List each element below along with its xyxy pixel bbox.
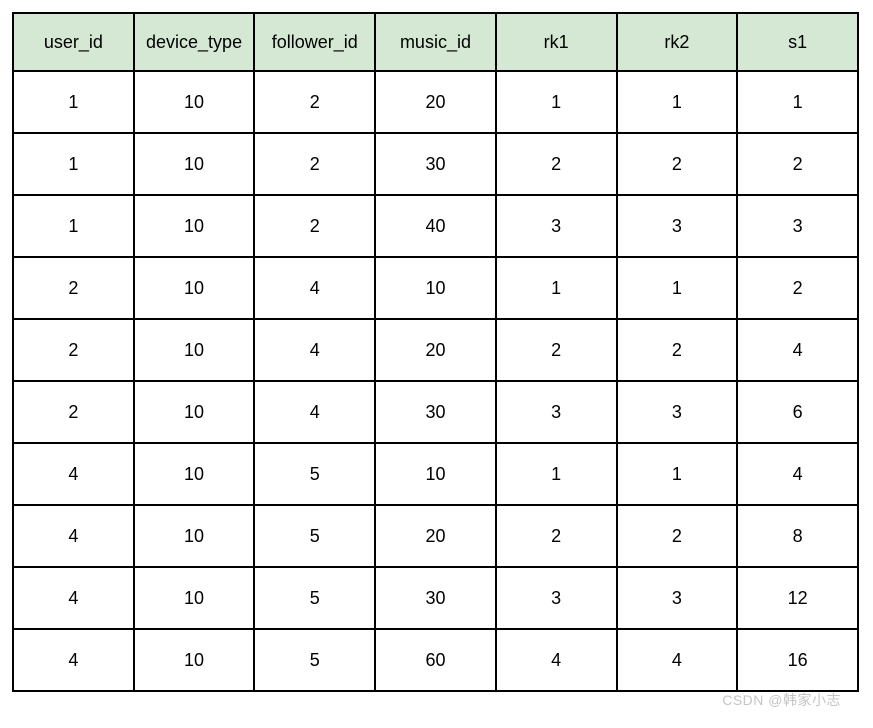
table-cell: 1 (617, 443, 738, 505)
table-cell: 3 (496, 567, 617, 629)
table-cell: 20 (375, 505, 496, 567)
table-cell: 8 (737, 505, 858, 567)
table-cell: 5 (254, 505, 375, 567)
table-cell: 10 (134, 567, 255, 629)
table-cell: 60 (375, 629, 496, 691)
table-cell: 2 (254, 195, 375, 257)
table-cell: 4 (13, 443, 134, 505)
table-cell: 12 (737, 567, 858, 629)
header-rk2: rk2 (617, 13, 738, 71)
table-cell: 2 (13, 319, 134, 381)
table-row: 210420224 (13, 319, 858, 381)
table-cell: 2 (496, 319, 617, 381)
table-row: 110220111 (13, 71, 858, 133)
table-cell: 40 (375, 195, 496, 257)
table-cell: 1 (496, 257, 617, 319)
table-cell: 10 (134, 71, 255, 133)
table-cell: 10 (134, 381, 255, 443)
table-cell: 3 (617, 567, 738, 629)
table-cell: 5 (254, 567, 375, 629)
table-cell: 3 (496, 195, 617, 257)
table-cell: 1 (496, 71, 617, 133)
table-cell: 16 (737, 629, 858, 691)
table-cell: 1 (13, 71, 134, 133)
table-cell: 20 (375, 71, 496, 133)
table-cell: 2 (737, 257, 858, 319)
table-cell: 5 (254, 629, 375, 691)
table-cell: 4 (737, 443, 858, 505)
table-cell: 2 (737, 133, 858, 195)
table-cell: 30 (375, 381, 496, 443)
table-cell: 1 (737, 71, 858, 133)
table-cell: 1 (496, 443, 617, 505)
header-user-id: user_id (13, 13, 134, 71)
table-row: 410510114 (13, 443, 858, 505)
table-cell: 10 (134, 257, 255, 319)
table-cell: 10 (134, 133, 255, 195)
table-cell: 1 (617, 257, 738, 319)
table-cell: 30 (375, 567, 496, 629)
table-cell: 2 (496, 133, 617, 195)
table-cell: 3 (737, 195, 858, 257)
table-cell: 10 (134, 319, 255, 381)
header-follower-id: follower_id (254, 13, 375, 71)
watermark: CSDN @韩家小志 (722, 690, 841, 710)
table-row: 410520228 (13, 505, 858, 567)
table-cell: 3 (496, 381, 617, 443)
table-cell: 1 (13, 195, 134, 257)
header-rk1: rk1 (496, 13, 617, 71)
table-cell: 4 (254, 381, 375, 443)
table-cell: 4 (13, 567, 134, 629)
table-cell: 4 (496, 629, 617, 691)
table-cell: 10 (375, 443, 496, 505)
table-row: 210430336 (13, 381, 858, 443)
table-cell: 4 (13, 629, 134, 691)
table-row: 210410112 (13, 257, 858, 319)
table-cell: 10 (134, 505, 255, 567)
table-header-row: user_id device_type follower_id music_id… (13, 13, 858, 71)
table-cell: 4 (617, 629, 738, 691)
table-cell: 10 (134, 629, 255, 691)
table-cell: 3 (617, 195, 738, 257)
header-device-type: device_type (134, 13, 255, 71)
table-cell: 2 (617, 133, 738, 195)
table-cell: 20 (375, 319, 496, 381)
table-cell: 1 (13, 133, 134, 195)
table-cell: 2 (496, 505, 617, 567)
table-row: 4105303312 (13, 567, 858, 629)
table-cell: 2 (617, 505, 738, 567)
data-table: user_id device_type follower_id music_id… (12, 12, 859, 692)
table-body: 1102201111102302221102403332104101122104… (13, 71, 858, 691)
table-cell: 6 (737, 381, 858, 443)
table-cell: 10 (375, 257, 496, 319)
table-cell: 2 (254, 133, 375, 195)
table-cell: 30 (375, 133, 496, 195)
table-cell: 4 (13, 505, 134, 567)
table-row: 110230222 (13, 133, 858, 195)
table-cell: 4 (737, 319, 858, 381)
table-cell: 2 (254, 71, 375, 133)
table-cell: 10 (134, 443, 255, 505)
table-cell: 2 (13, 381, 134, 443)
table-cell: 10 (134, 195, 255, 257)
table-cell: 5 (254, 443, 375, 505)
table-cell: 1 (617, 71, 738, 133)
table-cell: 4 (254, 319, 375, 381)
table-cell: 2 (13, 257, 134, 319)
table-cell: 3 (617, 381, 738, 443)
table-row: 110240333 (13, 195, 858, 257)
table-cell: 4 (254, 257, 375, 319)
table-cell: 2 (617, 319, 738, 381)
header-music-id: music_id (375, 13, 496, 71)
table-row: 4105604416 (13, 629, 858, 691)
header-s1: s1 (737, 13, 858, 71)
